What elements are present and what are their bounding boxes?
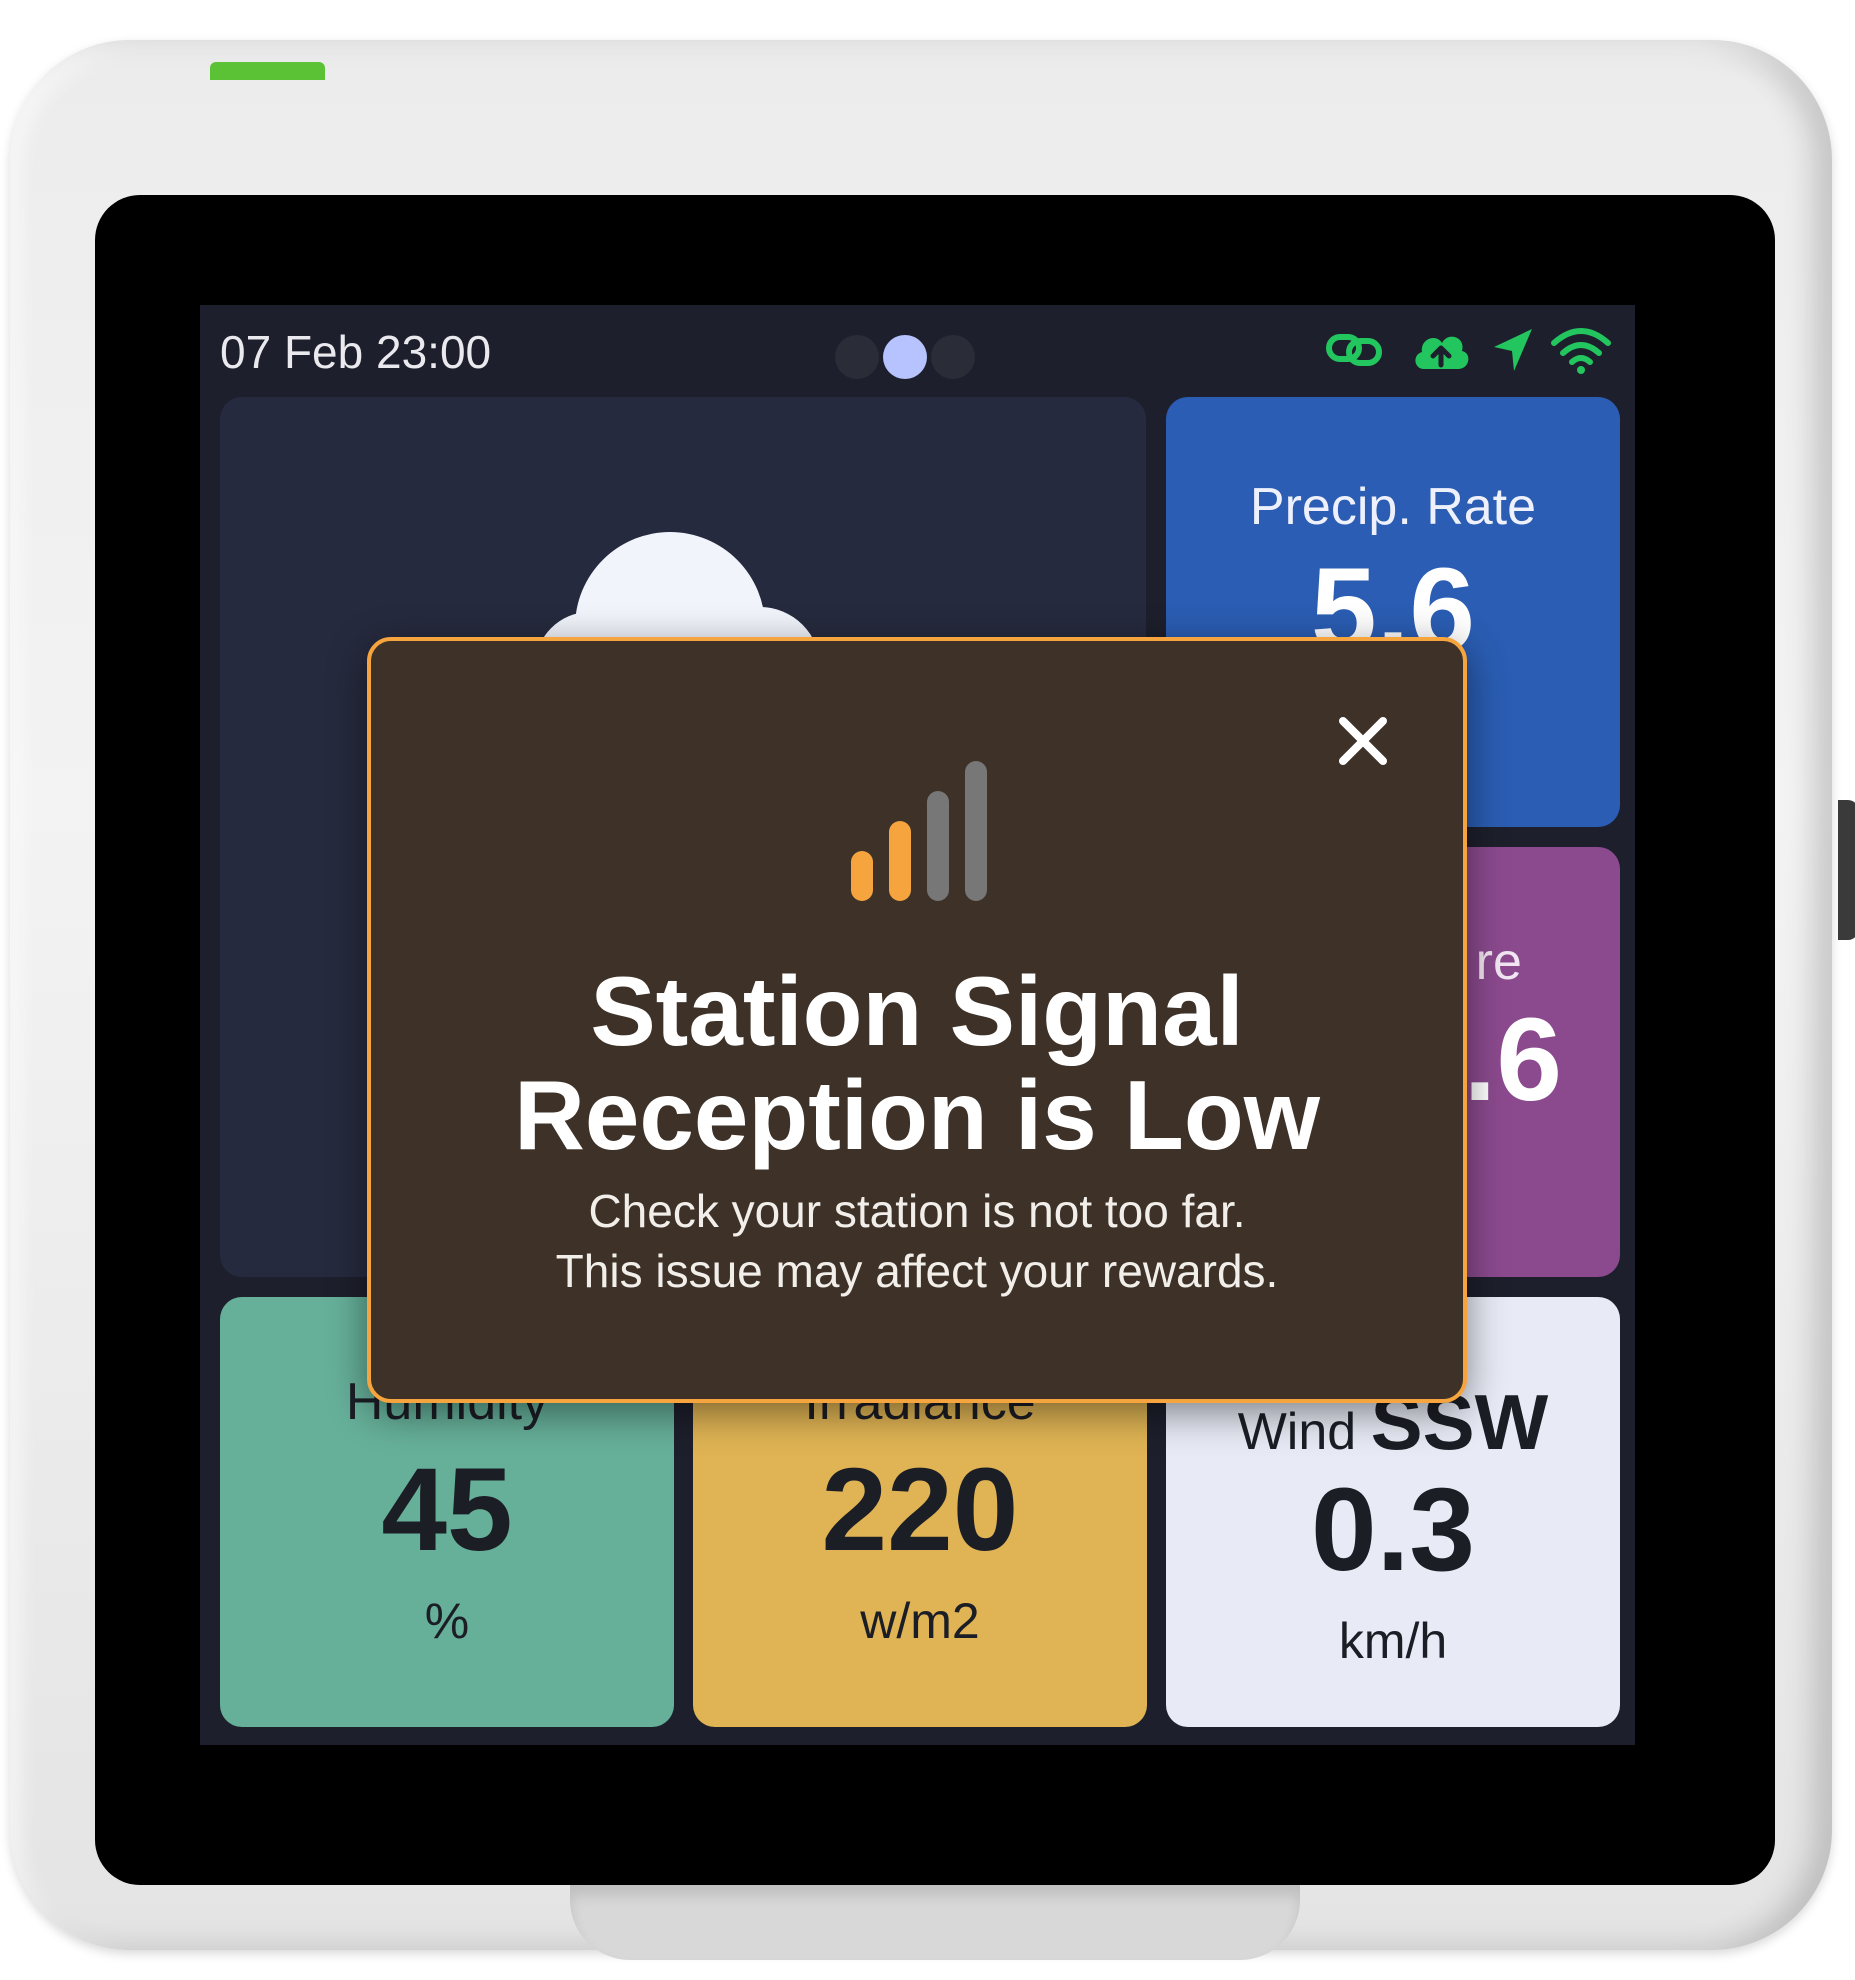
irradiance-value: 220: [821, 1444, 1019, 1576]
page-dot[interactable]: [835, 335, 879, 379]
signal-bar-3: [927, 791, 949, 901]
wind-label: Wind: [1237, 1403, 1357, 1461]
power-led: [210, 62, 325, 80]
close-icon[interactable]: [1333, 711, 1393, 771]
signal-bar-4: [965, 761, 987, 901]
dialog-message-line1: Check your station is not too far.: [588, 1185, 1246, 1237]
status-bar: 07 Feb 23:00: [200, 305, 1635, 395]
cloud-upload-icon: [1415, 336, 1469, 369]
link-icon: [1326, 334, 1382, 366]
irradiance-unit: w/m2: [860, 1593, 980, 1649]
status-icons: [1325, 325, 1615, 375]
wind-speed-value: 0.3: [1310, 1464, 1476, 1596]
wind-speed-unit: km/h: [1338, 1613, 1448, 1669]
page-dot[interactable]: [931, 335, 975, 379]
humidity-value: 45: [381, 1444, 513, 1576]
dialog-title-line1: Station Signal: [590, 956, 1244, 1066]
device-stand: [570, 1885, 1300, 1960]
dialog-title: Station Signal Reception is Low: [371, 959, 1463, 1167]
wifi-icon: [1551, 328, 1611, 374]
signal-bar-2: [889, 821, 911, 901]
dialog-message-line2: This issue may affect your rewards.: [555, 1245, 1279, 1297]
humidity-unit: %: [424, 1593, 470, 1649]
location-arrow-icon: [1494, 329, 1532, 371]
dialog-title-line2: Reception is Low: [514, 1060, 1320, 1170]
datetime: 07 Feb 23:00: [220, 326, 492, 378]
page-dot-active[interactable]: [883, 335, 927, 379]
signal-strength-low-icon: [851, 761, 987, 901]
dialog-message: Check your station is not too far. This …: [371, 1181, 1463, 1301]
screen: 07 Feb 23:00 Precip. Rate 5.6 re .6 45 %…: [200, 305, 1635, 1745]
low-signal-dialog: Station Signal Reception is Low Check yo…: [367, 637, 1467, 1403]
side-button[interactable]: [1838, 800, 1855, 940]
precip-rate-label: Precip. Rate: [1249, 478, 1537, 536]
signal-bar-1: [851, 851, 873, 901]
